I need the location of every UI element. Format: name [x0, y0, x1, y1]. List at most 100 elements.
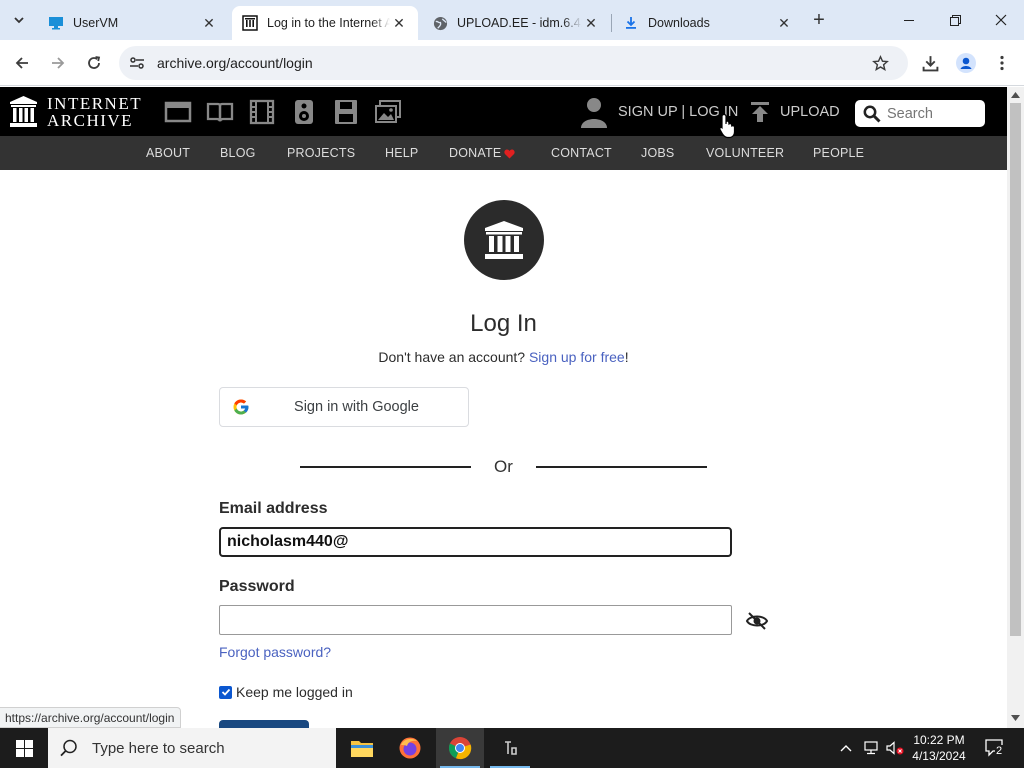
- taskbar-chrome[interactable]: [436, 728, 484, 768]
- eye-slash-icon: [745, 612, 769, 630]
- arrow-right-icon: [52, 57, 65, 69]
- ia-logo-text: INTERNET ARCHIVE: [47, 95, 142, 129]
- chevron-up-icon: [840, 745, 852, 752]
- close-icon: [995, 14, 1007, 26]
- url-text: archive.org/account/login: [157, 55, 313, 71]
- web-icon[interactable]: [164, 99, 192, 125]
- signup-suffix: !: [624, 349, 629, 365]
- new-tab-button[interactable]: +: [808, 10, 830, 32]
- nav-help[interactable]: HELP: [385, 146, 418, 160]
- email-field[interactable]: [219, 527, 732, 557]
- firefox-icon: [399, 737, 421, 759]
- nav-jobs[interactable]: JOBS: [641, 146, 674, 160]
- ia-logo-circle: [464, 200, 544, 280]
- audio-icon[interactable]: [290, 99, 318, 125]
- close-icon[interactable]: ✕: [582, 15, 600, 32]
- nav-projects[interactable]: PROJECTS: [287, 146, 355, 160]
- taskbar-firefox[interactable]: [386, 728, 434, 768]
- tab-separator: [611, 14, 612, 32]
- tray-overflow-button[interactable]: [836, 728, 856, 768]
- back-button[interactable]: [9, 50, 35, 76]
- minimize-button[interactable]: [886, 0, 932, 40]
- video-icon[interactable]: [248, 99, 276, 125]
- email-label: Email address: [219, 500, 328, 517]
- archive-building-icon: [10, 96, 37, 127]
- close-icon[interactable]: ✕: [390, 15, 408, 32]
- texts-icon[interactable]: [206, 99, 234, 125]
- ia-search-box[interactable]: [855, 100, 985, 127]
- checkmark-icon: [221, 688, 230, 696]
- menu-button[interactable]: [989, 50, 1015, 76]
- close-window-button[interactable]: [978, 0, 1024, 40]
- keep-logged-in-checkbox[interactable]: [219, 685, 232, 699]
- notification-count: 2: [995, 745, 1004, 757]
- divider-right: [536, 466, 707, 468]
- taskbar-file-explorer[interactable]: [338, 728, 386, 768]
- taskbar-app-generic[interactable]: [486, 728, 534, 768]
- tab-title: UserVM: [73, 16, 119, 30]
- taskbar-clock[interactable]: 10:22 PM 4/13/2024: [900, 732, 978, 764]
- taskbar-search-placeholder: Type here to search: [92, 739, 225, 757]
- page-title: Log In: [470, 310, 537, 337]
- downloads-button[interactable]: [917, 50, 943, 76]
- tab-uservm[interactable]: UserVM ✕: [38, 6, 228, 40]
- no-account-line: Don't have an account? Sign up for free!: [0, 349, 1007, 365]
- upload-link[interactable]: UPLOAD: [750, 95, 840, 129]
- keep-logged-in[interactable]: Keep me logged in: [219, 684, 353, 700]
- password-label: Password: [219, 578, 295, 595]
- tray-network[interactable]: [860, 728, 882, 768]
- nav-donate[interactable]: DONATE: [449, 146, 501, 160]
- taskbar-search-box[interactable]: Type here to search: [48, 728, 336, 768]
- download-icon: [623, 15, 639, 31]
- nav-volunteer[interactable]: VOLUNTEER: [706, 146, 784, 160]
- google-signin-button[interactable]: Sign in with Google: [219, 387, 469, 427]
- restore-button[interactable]: [932, 0, 978, 40]
- signup-link[interactable]: Sign up for free: [529, 349, 625, 365]
- page-scrollbar[interactable]: [1007, 87, 1024, 728]
- tab-title: UPLOAD.EE - idm.6.42: [457, 16, 582, 30]
- toggle-password-visibility[interactable]: [745, 612, 769, 630]
- software-icon[interactable]: [332, 99, 360, 125]
- close-icon[interactable]: ✕: [775, 15, 793, 32]
- ia-search-input[interactable]: [887, 105, 982, 122]
- browser-toolbar: archive.org/account/login: [0, 40, 1024, 86]
- notification-center-button[interactable]: 2: [980, 728, 1010, 768]
- tab-internet-archive-login[interactable]: Log in to the Internet Archive ✕: [232, 6, 418, 40]
- forward-button[interactable]: [45, 50, 71, 76]
- nav-contact[interactable]: CONTACT: [551, 146, 612, 160]
- clock-time: 10:22 PM: [913, 733, 965, 747]
- download-icon: [922, 55, 938, 71]
- signup-login-link[interactable]: SIGN UP | LOG IN: [580, 95, 738, 129]
- globe-icon: [432, 15, 448, 31]
- nav-blog[interactable]: BLOG: [220, 146, 256, 160]
- bookmark-star-button[interactable]: [867, 50, 893, 76]
- profile-button[interactable]: [953, 50, 979, 76]
- tab-search-button[interactable]: [6, 8, 32, 32]
- forgot-password-link[interactable]: Forgot password?: [219, 644, 331, 660]
- profile-icon: [956, 53, 976, 73]
- login-submit-button[interactable]: [219, 720, 309, 728]
- ia-logo[interactable]: INTERNET ARCHIVE: [10, 95, 145, 129]
- app-window-icon: [505, 741, 517, 755]
- chevron-down-icon: [14, 17, 24, 24]
- scrollbar-thumb[interactable]: [1010, 103, 1021, 636]
- minimize-icon: [904, 20, 914, 21]
- network-icon: [864, 741, 878, 755]
- reload-icon: [88, 56, 101, 69]
- logo-line-1: INTERNET: [47, 94, 143, 113]
- nav-about[interactable]: ABOUT: [146, 146, 190, 160]
- upload-text[interactable]: UPLOAD: [780, 104, 840, 120]
- tab-title: Log in to the Internet Archive: [267, 16, 390, 30]
- images-icon[interactable]: [374, 99, 402, 125]
- address-bar[interactable]: archive.org/account/login: [119, 46, 908, 80]
- password-field[interactable]: [219, 605, 732, 635]
- tab-upload-ee[interactable]: UPLOAD.EE - idm.6.42 ✕: [422, 6, 610, 40]
- reload-button[interactable]: [81, 50, 107, 76]
- star-icon: [871, 54, 889, 71]
- start-button[interactable]: [0, 728, 48, 768]
- site-settings-icon[interactable]: [129, 55, 145, 76]
- nav-people[interactable]: PEOPLE: [813, 146, 864, 160]
- tab-downloads[interactable]: Downloads ✕: [613, 6, 803, 40]
- chrome-icon: [448, 737, 472, 760]
- close-icon[interactable]: ✕: [200, 15, 218, 32]
